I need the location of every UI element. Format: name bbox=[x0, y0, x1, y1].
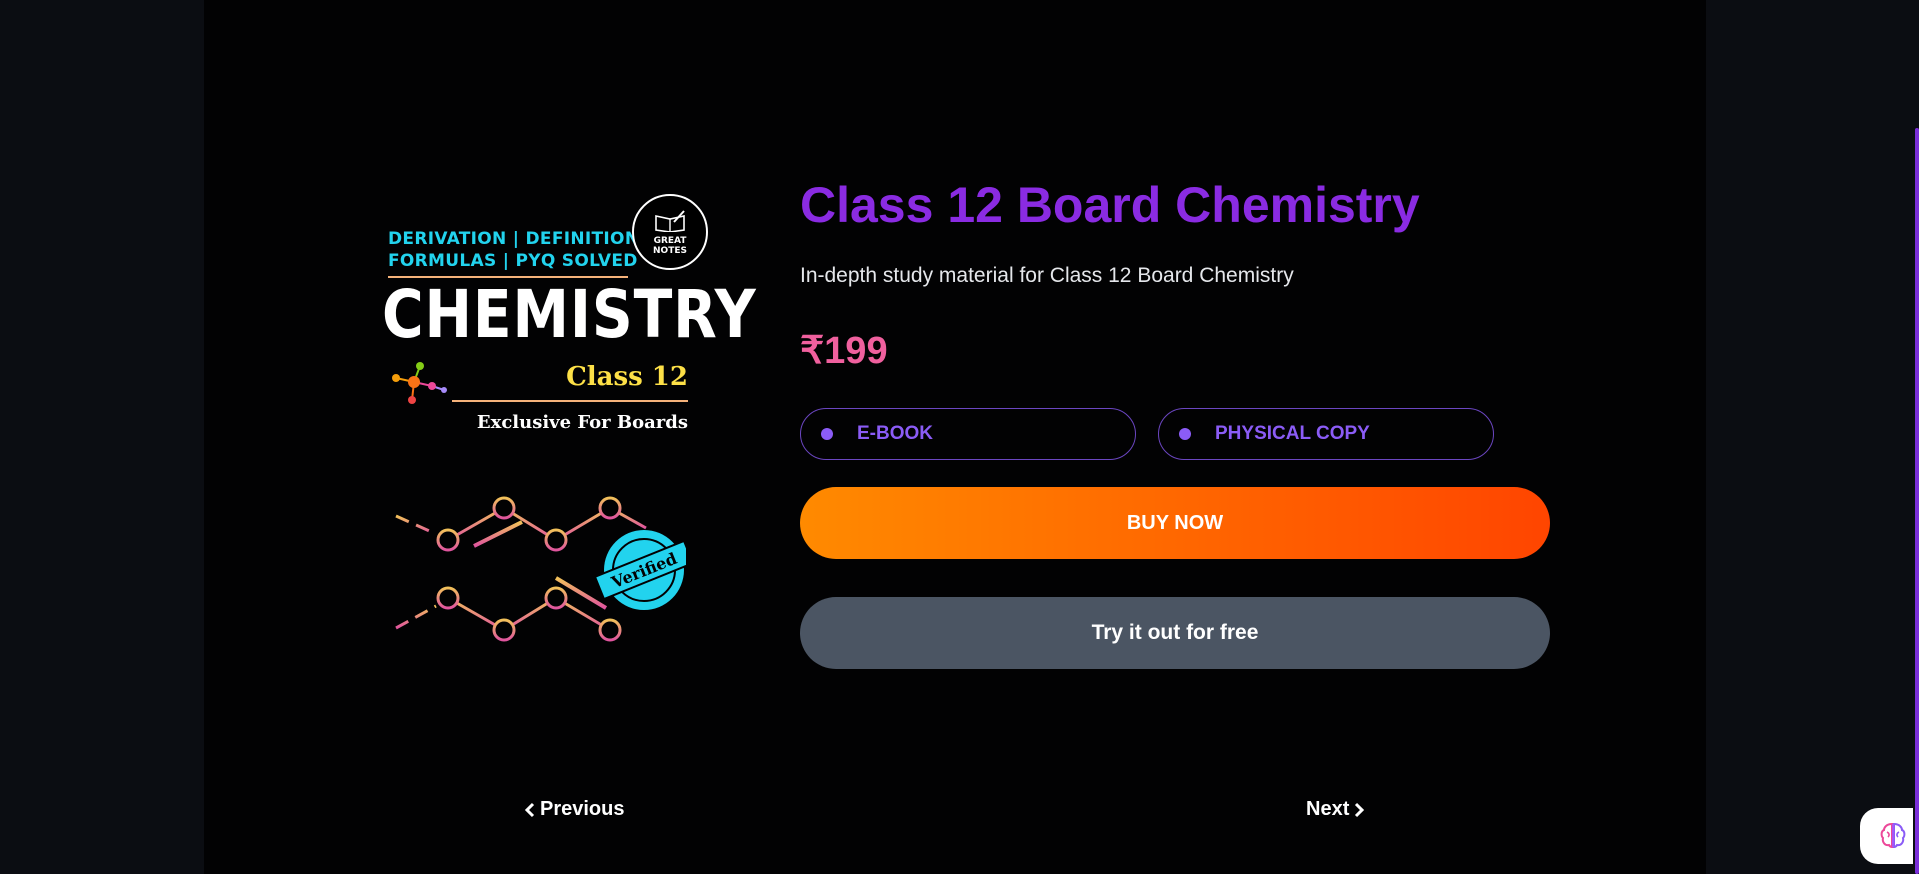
previous-label: Previous bbox=[540, 798, 625, 820]
assistant-button[interactable] bbox=[1860, 808, 1919, 864]
try-free-button[interactable]: Try it out for free bbox=[800, 597, 1550, 669]
cover-divider bbox=[452, 400, 688, 402]
previous-link[interactable]: Previous bbox=[524, 798, 624, 821]
option-ebook-label: E-BOOK bbox=[857, 423, 933, 444]
option-ebook[interactable]: E-BOOK bbox=[800, 408, 1136, 460]
logo-text: GREAT NOTES bbox=[653, 236, 687, 256]
great-notes-logo: GREAT NOTES bbox=[632, 194, 708, 270]
benzene-structure-illustration: Verified bbox=[395, 462, 686, 692]
next-link[interactable]: Next bbox=[1306, 798, 1365, 821]
option-physical-copy-label: PHYSICAL COPY bbox=[1215, 423, 1370, 444]
cover-tagline: Exclusive For Boards bbox=[476, 412, 688, 433]
product-cover-image: DERIVATION | DEFINITION FORMULAS | PYQ S… bbox=[376, 190, 756, 700]
product-price: ₹199 bbox=[800, 330, 888, 372]
product-title: Class 12 Board Chemistry bbox=[800, 177, 1420, 233]
option-physical-copy[interactable]: PHYSICAL COPY bbox=[1158, 408, 1494, 460]
radio-dot-icon bbox=[821, 428, 833, 440]
verified-badge-icon: Verified bbox=[593, 530, 686, 610]
cover-class-label: Class 12 bbox=[566, 362, 688, 392]
cover-feature-lines: DERIVATION | DEFINITION FORMULAS | PYQ S… bbox=[388, 228, 639, 272]
cover-title: CHEMISTRY bbox=[382, 276, 757, 353]
cover-line-1: DERIVATION | DEFINITION bbox=[388, 229, 640, 249]
brain-icon bbox=[1880, 822, 1906, 849]
scrollbar-thumb[interactable] bbox=[1915, 128, 1919, 874]
buy-now-button[interactable]: BUY NOW bbox=[800, 487, 1550, 559]
book-icon bbox=[655, 210, 685, 232]
chevron-right-icon bbox=[1355, 802, 1365, 817]
next-label: Next bbox=[1306, 798, 1350, 820]
radio-dot-icon bbox=[1179, 428, 1191, 440]
molecule-icon bbox=[392, 362, 447, 404]
chevron-left-icon bbox=[524, 802, 535, 817]
scrollbar[interactable] bbox=[1913, 0, 1919, 874]
cover-line-2: FORMULAS | PYQ SOLVED bbox=[388, 251, 638, 271]
product-description: In-depth study material for Class 12 Boa… bbox=[800, 264, 1294, 287]
